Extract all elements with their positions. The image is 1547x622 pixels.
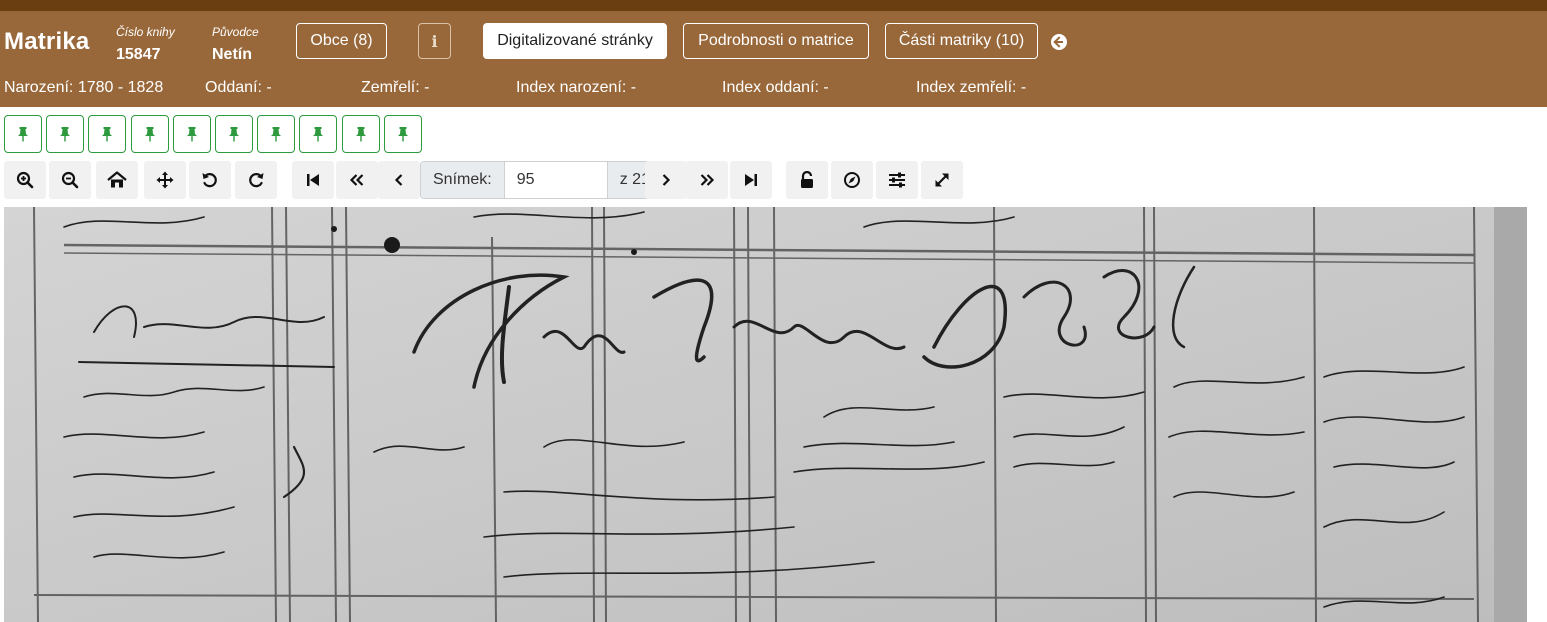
pin-button[interactable]	[299, 115, 338, 153]
pin-button[interactable]	[341, 115, 380, 153]
register-scan-image	[4, 207, 1527, 622]
pushpin-icon	[271, 127, 282, 142]
image-adjustments-button[interactable]	[876, 161, 918, 199]
birth-index-stat: Index narození: -	[516, 79, 637, 96]
marriages-stat: Oddaní: -	[205, 79, 272, 96]
double-chevron-right-icon	[700, 174, 715, 186]
pin-button[interactable]	[130, 115, 169, 153]
jump-forward-button[interactable]	[686, 161, 728, 199]
info-button[interactable]: i	[418, 23, 451, 59]
last-page-button[interactable]	[730, 161, 772, 199]
pushpin-icon	[18, 127, 28, 142]
deaths-stat: Zemřelí: -	[361, 79, 430, 96]
sliders-icon	[889, 172, 905, 188]
lock-button[interactable]	[786, 161, 828, 199]
pin-button[interactable]	[4, 115, 42, 153]
register-header: Matrika Číslo knihy 15847 Původce Netín …	[0, 11, 1547, 107]
register-details-button[interactable]: Podrobnosti o matrice	[683, 23, 869, 59]
pushpin-icon	[60, 127, 71, 142]
municipalities-button[interactable]: Obce (8)	[296, 23, 387, 59]
double-chevron-left-icon	[349, 174, 364, 186]
births-stat: Narození: 1780 - 1828	[4, 79, 164, 96]
home-button[interactable]	[96, 161, 138, 199]
page-title: Matrika	[4, 28, 90, 55]
frame-label: Snímek:	[421, 162, 504, 198]
zoom-in-button[interactable]	[4, 161, 46, 199]
skip-end-icon	[745, 174, 757, 186]
scanned-register-page[interactable]	[4, 207, 1527, 622]
jump-back-button[interactable]	[336, 161, 378, 199]
rotate-left-button[interactable]	[189, 161, 231, 199]
rotate-right-button[interactable]	[235, 161, 277, 199]
chevron-right-icon	[662, 174, 671, 186]
next-page-button[interactable]	[645, 161, 687, 199]
pushpin-icon	[102, 127, 113, 142]
pushpin-icon	[186, 127, 197, 142]
compass-icon	[844, 172, 860, 188]
pin-button[interactable]	[383, 115, 422, 153]
pushpin-icon	[229, 127, 239, 142]
zoom-out-button[interactable]	[49, 161, 91, 199]
skip-start-icon	[307, 174, 319, 186]
pin-button[interactable]	[46, 115, 85, 153]
navigator-button[interactable]	[831, 161, 873, 199]
rotate-left-icon	[202, 173, 217, 188]
frame-number-input[interactable]	[503, 162, 608, 198]
pin-button[interactable]	[172, 115, 211, 153]
pushpin-icon	[313, 127, 324, 142]
zoom-in-icon	[16, 171, 34, 189]
back-arrow-icon[interactable]	[1051, 34, 1067, 50]
pushpin-icon	[355, 127, 366, 142]
chevron-left-icon	[394, 174, 403, 186]
first-page-button[interactable]	[292, 161, 334, 199]
origin-value: Netín	[212, 46, 252, 63]
marriage-index-stat: Index oddaní: -	[722, 79, 829, 96]
death-index-stat: Index zemřelí: -	[916, 79, 1027, 96]
top-strip	[0, 0, 1547, 11]
previous-page-button[interactable]	[378, 161, 420, 199]
expand-icon	[935, 173, 949, 187]
frame-navigator: Snímek: z 217	[420, 161, 672, 199]
pin-button[interactable]	[257, 115, 296, 153]
pin-button[interactable]	[88, 115, 127, 153]
pushpin-icon	[144, 127, 155, 142]
origin-label: Původce	[212, 25, 259, 39]
unlock-icon	[801, 171, 813, 188]
move-arrows-icon	[156, 171, 174, 189]
register-parts-button[interactable]: Části matriky (10)	[885, 23, 1038, 59]
home-icon	[107, 171, 127, 188]
pan-button[interactable]	[144, 161, 186, 199]
rotate-right-icon	[249, 173, 264, 188]
zoom-out-icon	[61, 171, 79, 189]
digitized-pages-button[interactable]: Digitalizované stránky	[483, 23, 667, 59]
fullscreen-button[interactable]	[921, 161, 963, 199]
book-number-label: Číslo knihy	[116, 25, 175, 39]
pin-button[interactable]	[215, 115, 253, 153]
pushpin-icon	[397, 127, 408, 142]
book-number-value: 15847	[116, 46, 161, 63]
